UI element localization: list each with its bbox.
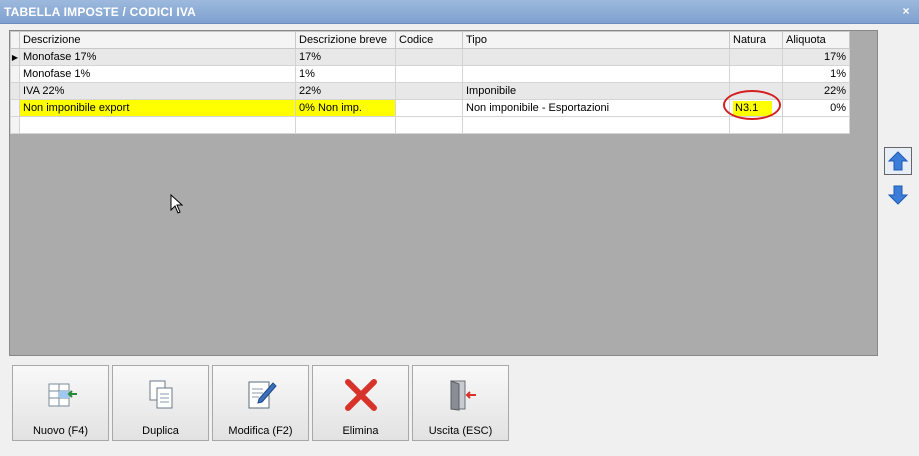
table-row[interactable]: Monofase 1% 1% 1% (10, 65, 850, 83)
close-button[interactable]: × (899, 4, 913, 18)
cell-codice[interactable] (395, 65, 463, 83)
column-header[interactable]: Tipo (462, 31, 730, 49)
table-row[interactable]: ▶ Monofase 17% 17% 17% (10, 48, 850, 66)
duplica-label: Duplica (142, 425, 179, 437)
cell-breve[interactable]: 17% (295, 48, 396, 66)
new-row-icon (48, 383, 77, 407)
arrow-down-icon (887, 185, 909, 205)
cell-codice[interactable] (395, 82, 463, 100)
cell-natura[interactable] (729, 48, 783, 66)
edit-icon (248, 381, 277, 409)
cell-tipo[interactable]: Imponibile (462, 82, 730, 100)
cell-codice[interactable] (395, 99, 463, 117)
move-down-button[interactable] (884, 181, 912, 209)
vat-table: Descrizione Descrizione breve Codice Tip… (10, 31, 850, 134)
elimina-label: Elimina (342, 425, 379, 437)
vat-codes-grid[interactable]: Descrizione Descrizione breve Codice Tip… (9, 30, 878, 356)
header-indicator (10, 31, 20, 49)
cell-tipo[interactable]: Non imponibile - Esportazioni (462, 99, 730, 117)
new-row[interactable] (10, 116, 850, 134)
uscita-label: Uscita (ESC) (428, 425, 493, 437)
modifica-label: Modifica (F2) (228, 425, 293, 437)
column-header[interactable]: Codice (395, 31, 463, 49)
move-up-button[interactable] (884, 147, 912, 175)
cell-tipo[interactable] (462, 48, 730, 66)
mouse-cursor-icon (170, 194, 184, 214)
cell-descrizione[interactable] (19, 116, 296, 134)
table-row[interactable]: IVA 22% 22% Imponibile 22% (10, 82, 850, 100)
cell-natura[interactable] (729, 65, 783, 83)
modifica-button[interactable]: Modifica (F2) (212, 365, 309, 441)
column-header[interactable]: Descrizione breve (295, 31, 396, 49)
row-indicator (10, 116, 20, 134)
duplica-button[interactable]: Duplica (112, 365, 209, 441)
arrow-up-icon (887, 151, 909, 171)
row-indicator (10, 82, 20, 100)
cell-aliquota[interactable] (782, 116, 850, 134)
cell-aliquota[interactable]: 17% (782, 48, 850, 66)
annotation-ellipse (723, 90, 781, 120)
column-header[interactable]: Descrizione (19, 31, 296, 49)
window-title: TABELLA IMPOSTE / CODICI IVA (4, 5, 197, 19)
table-header: Descrizione Descrizione breve Codice Tip… (10, 31, 850, 49)
title-bar: TABELLA IMPOSTE / CODICI IVA × (0, 0, 919, 24)
current-row-indicator: ▶ (10, 48, 20, 66)
cell-codice[interactable] (395, 116, 463, 134)
cell-descrizione[interactable]: Non imponibile export (19, 99, 296, 117)
cell-descrizione[interactable]: Monofase 1% (19, 65, 296, 83)
uscita-button[interactable]: Uscita (ESC) (412, 365, 509, 441)
column-header[interactable]: Natura (729, 31, 783, 49)
cell-aliquota[interactable]: 1% (782, 65, 850, 83)
cell-aliquota[interactable]: 0% (782, 99, 850, 117)
cell-breve[interactable]: 0% Non imp. (295, 99, 396, 117)
delete-icon (344, 379, 377, 411)
cell-descrizione[interactable]: Monofase 17% (19, 48, 296, 66)
cell-breve[interactable] (295, 116, 396, 134)
cell-tipo[interactable] (462, 65, 730, 83)
exit-door-icon (450, 380, 476, 411)
row-indicator (10, 65, 20, 83)
cell-codice[interactable] (395, 48, 463, 66)
elimina-button[interactable]: Elimina (312, 365, 409, 441)
cell-aliquota[interactable]: 22% (782, 82, 850, 100)
cell-breve[interactable]: 22% (295, 82, 396, 100)
copy-icon (149, 380, 172, 409)
cell-tipo[interactable] (462, 116, 730, 134)
nuovo-label: Nuovo (F4) (32, 425, 89, 437)
nuovo-button[interactable]: Nuovo (F4) (12, 365, 109, 441)
cell-breve[interactable]: 1% (295, 65, 396, 83)
column-header[interactable]: Aliquota (782, 31, 850, 49)
cell-descrizione[interactable]: IVA 22% (19, 82, 296, 100)
row-indicator (10, 99, 20, 117)
